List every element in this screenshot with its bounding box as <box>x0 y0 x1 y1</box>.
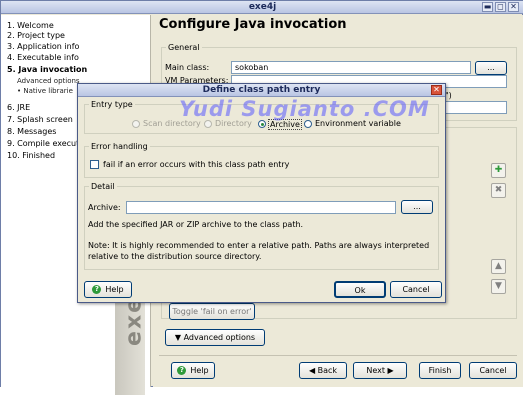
main-class-label: Main class: <box>165 63 210 72</box>
nav-back-button[interactable]: ◀ Back <box>299 362 347 379</box>
detail-legend: Detail <box>91 182 115 191</box>
nav-help-label: Help <box>190 366 209 375</box>
step-project-type[interactable]: 2. Project type <box>7 31 65 40</box>
dialog-close-button[interactable]: ✕ <box>431 85 442 95</box>
fail-on-error-checkbox[interactable] <box>90 160 99 169</box>
archive-field-label: Archive: <box>88 203 121 212</box>
help-icon: ? <box>177 366 187 375</box>
dialog-title: Define class path entry <box>202 85 321 95</box>
triangle-down-icon: ▼ <box>174 333 184 342</box>
dialog-help-label: Help <box>105 285 124 294</box>
dialog-ok-button[interactable]: Ok <box>334 281 386 298</box>
error-handling-legend: Error handling <box>91 142 148 151</box>
advanced-options-label: Advanced options <box>183 333 256 342</box>
radio-directory[interactable] <box>204 120 212 128</box>
step-welcome[interactable]: 1. Welcome <box>7 21 54 30</box>
page-title: Configure Java invocation <box>159 17 347 32</box>
step-finished[interactable]: 10. Finished <box>7 151 55 160</box>
step-java-invocation[interactable]: 5. Java invocation <box>7 65 87 74</box>
close-button[interactable]: ✕ <box>508 2 519 12</box>
fail-on-error-label: fail if an error occurs with this class … <box>103 160 290 169</box>
substep-advanced-options[interactable]: Advanced options <box>17 77 80 85</box>
radio-environment-variable[interactable] <box>304 120 312 128</box>
nav-divider <box>159 355 517 356</box>
advanced-options-button[interactable]: ▼ Advanced options <box>165 329 265 346</box>
step-executable-info[interactable]: 4. Executable info <box>7 53 79 62</box>
main-class-input[interactable]: sokoban <box>231 61 471 74</box>
arrow-right-icon: ▶ <box>384 366 394 375</box>
nav-cancel-button[interactable]: Cancel <box>469 362 517 379</box>
step-messages[interactable]: 8. Messages <box>7 127 56 136</box>
help-icon: ? <box>92 285 102 294</box>
dialog-title-bar: Define class path entry ✕ <box>78 84 445 97</box>
archive-browse-button[interactable]: ... <box>401 200 433 214</box>
detail-hint: Add the specified JAR or ZIP archive to … <box>88 220 304 229</box>
window-title: exe4j <box>248 2 277 12</box>
step-splash-screen[interactable]: 7. Splash screen <box>7 115 73 124</box>
arrow-left-icon: ◀ <box>308 366 318 375</box>
nav-back-label: Back <box>317 366 338 375</box>
nav-next-button[interactable]: Next ▶ <box>353 362 407 379</box>
arrow-up-icon[interactable]: ▲ <box>491 259 506 274</box>
arrow-down-icon[interactable]: ▼ <box>491 279 506 294</box>
watermark: Yudi Sugianto .COM <box>179 97 430 121</box>
entry-type-legend: Entry type <box>91 100 133 109</box>
plus-icon[interactable]: ✚ <box>491 163 506 178</box>
archive-input[interactable] <box>126 201 396 214</box>
title-bar: exe4j ▬ ◻ ✕ <box>1 1 523 14</box>
main-class-browse-button[interactable]: ... <box>475 61 507 75</box>
nav-next-label: Next <box>366 366 385 375</box>
x-icon[interactable]: ✖ <box>491 183 506 198</box>
nav-help-button[interactable]: ? Help <box>171 362 215 379</box>
step-application-info[interactable]: 3. Application info <box>7 42 79 51</box>
exe4j-window: exe4j ▬ ◻ ✕ 1. Welcome 2. Project type 3… <box>0 0 523 395</box>
radio-scan-directory[interactable] <box>132 120 140 128</box>
toggle-fail-on-error-button[interactable]: Toggle 'fail on error' <box>169 303 255 320</box>
detail-note: Note: It is highly recommended to enter … <box>88 241 430 261</box>
nav-finish-button[interactable]: Finish <box>419 362 461 379</box>
dialog-cancel-button[interactable]: Cancel <box>390 281 442 298</box>
substep-native-libraries[interactable]: • Native librarie <box>17 87 73 95</box>
minimize-button[interactable]: ▬ <box>482 2 493 12</box>
general-legend: General <box>168 43 200 52</box>
step-jre[interactable]: 6. JRE <box>7 103 30 112</box>
step-compile-executable[interactable]: 9. Compile executa <box>7 139 84 148</box>
radio-archive[interactable] <box>258 120 266 128</box>
quote-fragment: ") <box>445 91 452 100</box>
maximize-button[interactable]: ◻ <box>495 2 506 12</box>
dialog-help-button[interactable]: ? Help <box>84 281 132 298</box>
